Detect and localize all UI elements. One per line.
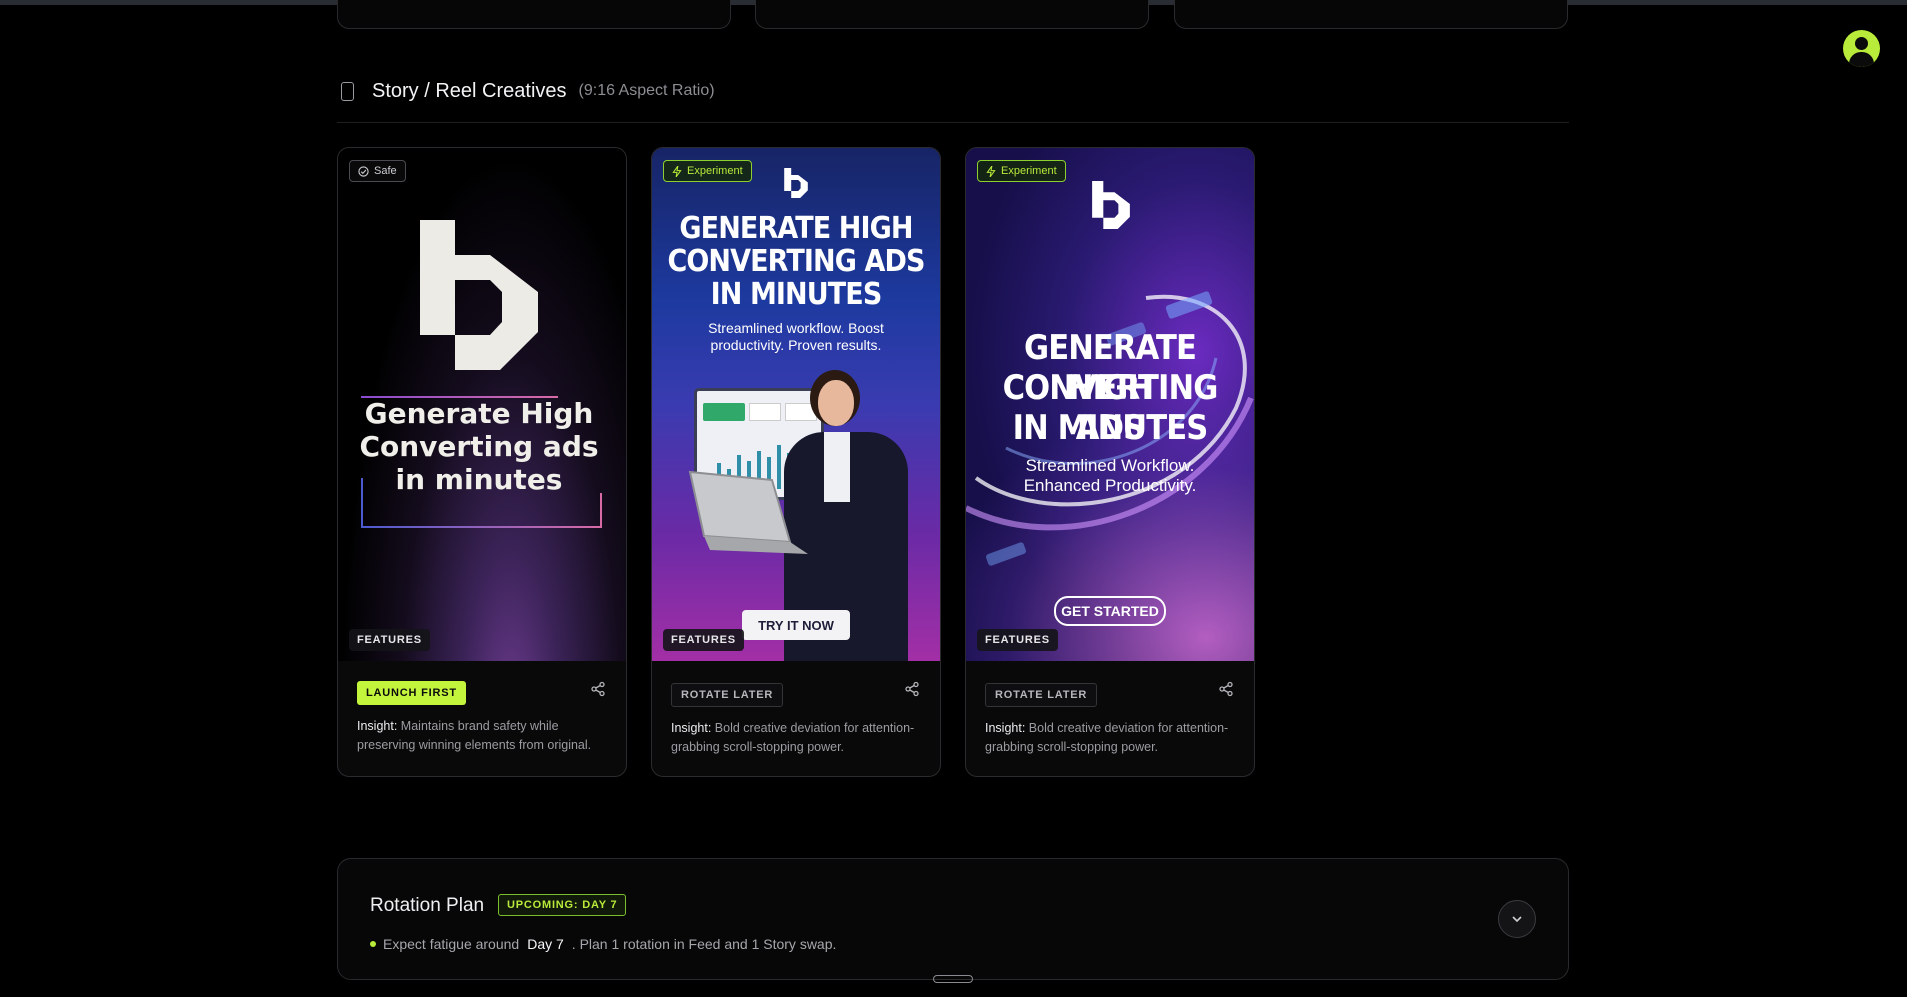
previous-card-1 [337, 0, 731, 29]
share-icon[interactable] [904, 681, 920, 697]
card-footer: LAUNCH FIRST Insight: Maintains brand sa… [338, 661, 626, 776]
creative-image-1[interactable]: Generate High Converting ads in minutes … [338, 148, 626, 661]
try-it-now-cta: TRY IT NOW [742, 610, 850, 640]
rotation-plan-panel: Rotation Plan UPCOMING: DAY 7 Expect fat… [337, 858, 1569, 980]
expand-button[interactable] [1498, 900, 1536, 938]
card-footer: ROTATE LATER Insight: Bold creative devi… [652, 661, 940, 776]
user-avatar[interactable] [1843, 30, 1880, 67]
brand-logo-icon [420, 220, 538, 370]
chevron-down-icon [1512, 916, 1522, 923]
card-footer: ROTATE LATER Insight: Bold creative devi… [966, 661, 1254, 776]
experiment-tag: Experiment [663, 160, 752, 182]
avatar-icon [1855, 37, 1868, 50]
creative-card-1[interactable]: Generate High Converting ads in minutes … [337, 147, 627, 777]
share-icon[interactable] [590, 681, 606, 697]
creative-image-2[interactable]: GENERATE HIGH CONVERTING ADS IN MINUTES … [652, 148, 940, 661]
rotation-plan-title: Rotation Plan [370, 895, 485, 916]
upcoming-day-badge: UPCOMING: DAY 7 [498, 894, 627, 916]
safe-tag: Safe [349, 160, 406, 182]
insight-text: Insight: Maintains brand safety while pr… [357, 719, 592, 752]
rotate-later-badge: ROTATE LATER [671, 683, 784, 707]
presenter-face [818, 380, 854, 426]
brand-logo-icon [784, 168, 808, 198]
previous-section-cards [337, 0, 1569, 30]
creative-subline: Streamlined Workflow. Enhanced Productiv… [1023, 456, 1197, 495]
features-label: FEATURES [663, 629, 744, 651]
rotation-plan-summary: Expect fatigue around Day 7 . Plan 1 rot… [370, 936, 836, 952]
creative-image-3[interactable]: GENERATE HIGH CONVERTING ADS IN MINUTES … [966, 148, 1254, 661]
launch-first-badge: LAUNCH FIRST [357, 681, 466, 705]
brand-logo-icon [1092, 181, 1130, 229]
rotate-later-badge: ROTATE LATER [985, 683, 1098, 707]
features-label: FEATURES [349, 629, 430, 651]
experiment-tag: Experiment [977, 160, 1066, 182]
section-title: Story / Reel Creatives [372, 79, 567, 102]
insight-text: Insight: Bold creative deviation for att… [985, 721, 1229, 754]
creative-headline-line-3: IN MINUTES [1012, 408, 1209, 448]
get-started-cta: GET STARTED [1054, 596, 1166, 626]
features-label: FEATURES [977, 629, 1058, 651]
lightning-icon [986, 165, 996, 177]
creative-headline: Generate High Converting ads in minutes [359, 397, 599, 496]
share-icon[interactable] [1218, 681, 1234, 697]
bullet-dot [370, 941, 376, 947]
check-circle-icon [358, 165, 369, 177]
creative-subline: Streamlined workflow. Boost productivity… [708, 320, 884, 353]
previous-card-3 [1174, 0, 1568, 29]
fatigue-day: Day 7 [527, 936, 564, 952]
previous-card-2 [755, 0, 1149, 29]
creative-headline-line-3: IN MINUTES [710, 277, 883, 312]
phone-icon [341, 81, 354, 101]
laptop-image [688, 470, 808, 554]
creative-card-2[interactable]: GENERATE HIGH CONVERTING ADS IN MINUTES … [651, 147, 941, 777]
lightning-icon [672, 165, 682, 177]
scroll-handle[interactable] [933, 975, 973, 983]
section-header: Story / Reel Creatives (9:16 Aspect Rati… [337, 78, 1569, 123]
creative-card-3[interactable]: GENERATE HIGH CONVERTING ADS IN MINUTES … [965, 147, 1255, 777]
insight-text: Insight: Bold creative deviation for att… [671, 721, 915, 754]
creative-headline-line-2: CONVERTING ADS [667, 244, 925, 279]
creative-headline-line-1: GENERATE HIGH [679, 211, 913, 246]
section-subtitle: (9:16 Aspect Ratio) [578, 82, 715, 99]
